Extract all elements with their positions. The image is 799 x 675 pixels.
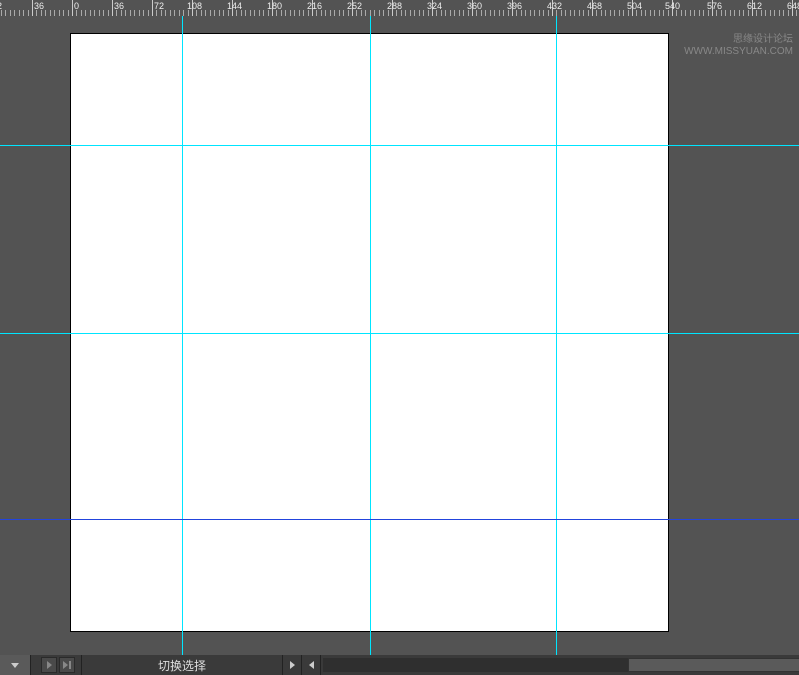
horizontal-ruler[interactable]: 2360367210814418021625228832436039643246… — [0, 0, 799, 16]
horizontal-guide[interactable] — [0, 333, 799, 334]
canvas-area[interactable]: 思缘设计论坛 WWW.MISSYUAN.COM — [0, 16, 799, 655]
play-button[interactable] — [41, 657, 57, 673]
ruler-label: 324 — [427, 1, 442, 11]
ruler-label: 144 — [227, 1, 242, 11]
ruler-label: 252 — [347, 1, 362, 11]
watermark-title: 思缘设计论坛 — [684, 34, 793, 46]
horizontal-guide[interactable] — [0, 145, 799, 146]
status-bar: 切换选择 — [0, 655, 799, 675]
vertical-guide[interactable] — [556, 16, 557, 655]
ruler-label: 72 — [154, 1, 164, 11]
ruler-label: 396 — [507, 1, 522, 11]
playback-controls — [31, 655, 82, 675]
ruler-label: 180 — [267, 1, 282, 11]
scroll-right-arrow[interactable] — [283, 655, 302, 675]
ruler-label: 108 — [187, 1, 202, 11]
ruler-label: 576 — [707, 1, 722, 11]
status-label: 切换选择 — [148, 657, 216, 674]
vertical-guide[interactable] — [370, 16, 371, 655]
ruler-label: 504 — [627, 1, 642, 11]
ruler-label: 216 — [307, 1, 322, 11]
ruler-label: 612 — [747, 1, 762, 11]
status-label-section: 切换选择 — [82, 655, 283, 675]
horizontal-scrollbar[interactable] — [323, 658, 779, 672]
watermark: 思缘设计论坛 WWW.MISSYUAN.COM — [684, 34, 793, 58]
scrollbar-thumb[interactable] — [628, 658, 799, 672]
vertical-guide[interactable] — [182, 16, 183, 655]
ruler-label: 0 — [74, 1, 79, 11]
ruler-label: 648 — [787, 1, 799, 11]
ruler-label: 360 — [467, 1, 482, 11]
ruler-label: 288 — [387, 1, 402, 11]
next-button[interactable] — [59, 657, 75, 673]
ruler-label: 468 — [587, 1, 602, 11]
horizontal-guide-selected[interactable] — [0, 519, 799, 520]
ruler-label: 540 — [665, 1, 680, 11]
scroll-left-arrow[interactable] — [302, 655, 321, 675]
watermark-url: WWW.MISSYUAN.COM — [684, 46, 793, 58]
dropdown-icon — [11, 663, 19, 668]
ruler-label: 36 — [34, 1, 44, 11]
ruler-label: 432 — [547, 1, 562, 11]
status-handle[interactable] — [0, 655, 31, 675]
ruler-label: 2 — [0, 1, 2, 11]
ruler-label: 36 — [114, 1, 124, 11]
